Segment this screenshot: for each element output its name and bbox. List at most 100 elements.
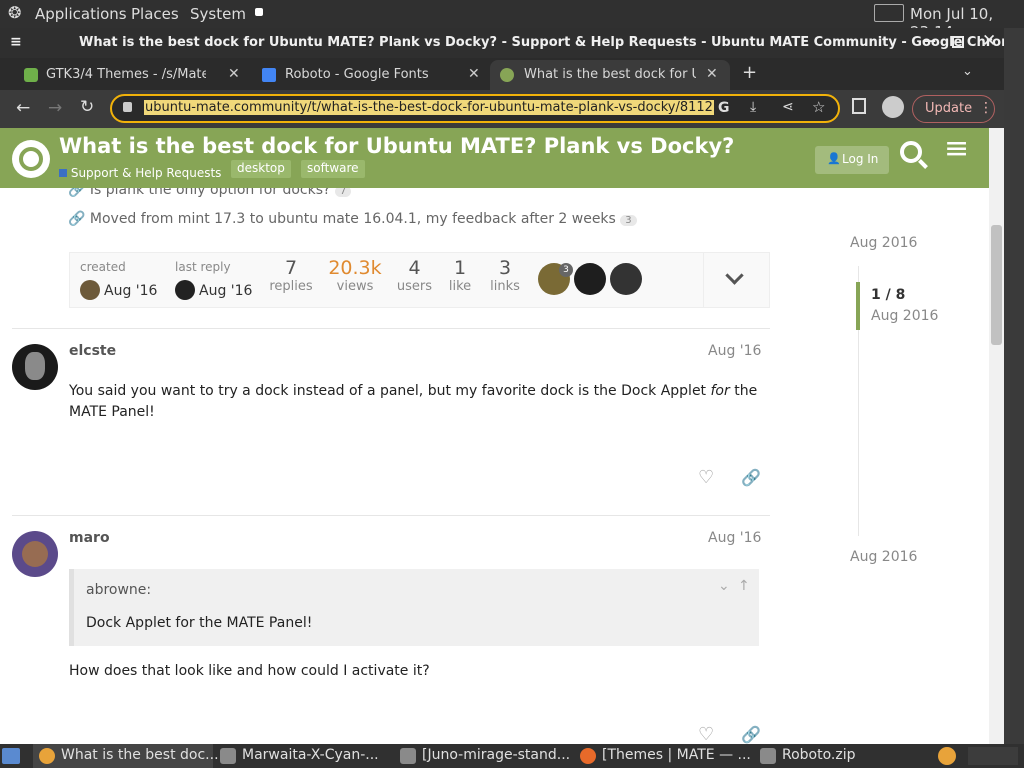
stat-users: 4 users xyxy=(392,257,437,294)
network-icon[interactable] xyxy=(874,4,904,22)
quote-text: Dock Applet for the MATE Panel! xyxy=(86,615,313,631)
post-username[interactable]: elcste xyxy=(69,343,116,359)
ubuntu-logo-icon[interactable]: ❂ xyxy=(8,3,21,22)
expand-topic-map-button[interactable] xyxy=(703,253,770,307)
avatar[interactable] xyxy=(12,344,58,390)
bookmark-star-icon[interactable]: ☆ xyxy=(812,98,825,116)
new-tab-icon[interactable]: + xyxy=(742,62,757,83)
click-count-badge: 3 xyxy=(620,215,637,226)
tab-search-chevron-icon[interactable]: ⌄ xyxy=(962,64,973,79)
forward-icon[interactable]: → xyxy=(48,98,62,118)
hamburger-menu-icon[interactable]: ≡ xyxy=(944,134,969,164)
like-heart-icon[interactable]: ♡ xyxy=(698,467,714,488)
created-date[interactable]: Aug '16 xyxy=(104,283,157,299)
places-menu[interactable]: Places xyxy=(131,5,179,23)
avatar[interactable] xyxy=(574,263,606,295)
stat-number: 4 xyxy=(408,257,421,279)
tag-software[interactable]: software xyxy=(301,160,365,178)
timeline-handle[interactable] xyxy=(856,282,860,330)
stat-replies: 7 replies xyxy=(265,257,317,294)
profile-avatar-icon[interactable] xyxy=(882,96,904,118)
task-chrome-window[interactable]: What is the best doc... xyxy=(33,744,219,768)
show-desktop-icon[interactable] xyxy=(2,748,20,764)
stat-label: views xyxy=(336,279,374,294)
last-reply-date[interactable]: Aug '16 xyxy=(199,283,252,299)
chrome-tray-icon[interactable] xyxy=(938,747,956,765)
back-icon[interactable]: ← xyxy=(16,98,30,118)
timeline-end-date[interactable]: Aug 2016 xyxy=(850,549,917,565)
avatar[interactable] xyxy=(175,280,195,300)
share-link-icon[interactable]: 🔗 xyxy=(741,468,761,487)
tab-dock-topic[interactable]: What is the best dock for Ubuntu ✕ xyxy=(490,60,730,90)
lock-icon[interactable] xyxy=(123,102,132,112)
task-firefox-themes[interactable]: [Themes | MATE — ... xyxy=(580,744,751,768)
window-menu-icon[interactable]: ≡ xyxy=(10,34,22,50)
archive-icon xyxy=(400,748,416,764)
like-heart-icon[interactable]: ♡ xyxy=(698,724,714,744)
page-scrollbar[interactable] xyxy=(989,128,1004,744)
chrome-update-button[interactable]: Update ⋮ xyxy=(912,95,995,123)
install-app-icon[interactable]: ⤓ xyxy=(750,99,756,115)
site-header: What is the best dock for Ubuntu MATE? P… xyxy=(0,128,989,188)
share-icon[interactable]: ⋖ xyxy=(782,99,794,115)
task-juno[interactable]: [Juno-mirage-stand... xyxy=(400,744,570,768)
tab-roboto-fonts[interactable]: Roboto - Google Fonts ✕ xyxy=(252,60,488,90)
system-menu[interactable]: System xyxy=(190,5,246,23)
related-link-2[interactable]: 🔗 Moved from mint 17.3 to ubuntu mate 16… xyxy=(68,211,637,227)
workspace-switcher[interactable] xyxy=(968,747,1018,765)
jump-to-quote-arrow-icon[interactable]: ↑ xyxy=(738,578,750,594)
scrollbar-thumb[interactable] xyxy=(991,225,1002,345)
tab-label: GTK3/4 Themes - /s/Mate xyxy=(46,67,206,82)
timeline-position: 1 / 8 xyxy=(871,287,906,303)
tab-strip: GTK3/4 Themes - /s/Mate ✕ Roboto - Googl… xyxy=(0,58,1004,90)
stat-number: 3 xyxy=(498,257,512,279)
post-username[interactable]: maro xyxy=(69,530,110,546)
post-body: You said you want to try a dock instead … xyxy=(69,381,759,423)
stat-views: 20.3k views xyxy=(325,257,385,294)
address-bar[interactable]: ubuntu-mate.community/t/what-is-the-best… xyxy=(110,94,840,123)
close-window-icon[interactable]: ✕ xyxy=(982,31,996,51)
maximize-icon[interactable] xyxy=(952,36,964,48)
expand-quote-chevron-icon[interactable]: ⌄ xyxy=(718,578,730,594)
topic-title[interactable]: What is the best dock for Ubuntu MATE? P… xyxy=(59,134,734,158)
task-marwaita[interactable]: Marwaita-X-Cyan-... xyxy=(220,744,390,768)
post-date[interactable]: Aug '16 xyxy=(708,530,761,546)
archive-icon xyxy=(220,748,236,764)
last-reply-label: last reply xyxy=(175,260,231,274)
tab-close-icon[interactable]: ✕ xyxy=(228,66,240,82)
side-panel-icon[interactable] xyxy=(852,98,866,114)
window-titlebar[interactable]: ≡ What is the best dock for Ubuntu MATE?… xyxy=(0,28,1023,58)
quote-author: abrowne: xyxy=(86,582,152,598)
url-text[interactable]: ubuntu-mate.community/t/what-is-the-best… xyxy=(144,100,714,115)
tag-desktop[interactable]: desktop xyxy=(231,160,291,178)
login-button[interactable]: 👤 Log In xyxy=(815,146,889,174)
post-date[interactable]: Aug '16 xyxy=(708,343,761,359)
avatar[interactable] xyxy=(80,280,100,300)
stat-number: 20.3k xyxy=(328,257,382,279)
timeline-start-date[interactable]: Aug 2016 xyxy=(850,235,917,251)
stat-label: links xyxy=(490,279,520,294)
task-label: Roboto.zip xyxy=(782,747,856,763)
ubuntu-mate-logo-icon[interactable] xyxy=(12,140,50,178)
tab-close-icon[interactable]: ✕ xyxy=(706,66,718,82)
user-icon: 👤 xyxy=(827,152,841,165)
stat-label: like xyxy=(448,279,472,294)
task-label: [Juno-mirage-stand... xyxy=(422,747,571,763)
stat-label: replies xyxy=(269,279,313,294)
terminal-launcher-icon[interactable] xyxy=(255,8,263,16)
google-lens-icon[interactable]: G xyxy=(718,100,730,116)
avatar[interactable] xyxy=(610,263,642,295)
category-link[interactable]: Support & Help Requests xyxy=(59,166,221,180)
more-menu-icon[interactable]: ⋮ xyxy=(979,100,993,116)
task-roboto-zip[interactable]: Roboto.zip xyxy=(760,744,880,768)
avatar[interactable] xyxy=(12,531,58,577)
bottom-taskbar: What is the best doc... Marwaita-X-Cyan-… xyxy=(0,744,1024,768)
post-divider xyxy=(12,515,770,516)
stat-likes: 1 like xyxy=(440,257,480,294)
tab-close-icon[interactable]: ✕ xyxy=(468,66,480,82)
tab-gtk-themes[interactable]: GTK3/4 Themes - /s/Mate ✕ xyxy=(12,60,248,90)
minimize-icon[interactable]: — xyxy=(922,33,936,49)
reload-icon[interactable]: ↻ xyxy=(80,97,94,117)
share-link-icon[interactable]: 🔗 xyxy=(741,725,761,744)
applications-menu[interactable]: Applications xyxy=(35,5,127,23)
